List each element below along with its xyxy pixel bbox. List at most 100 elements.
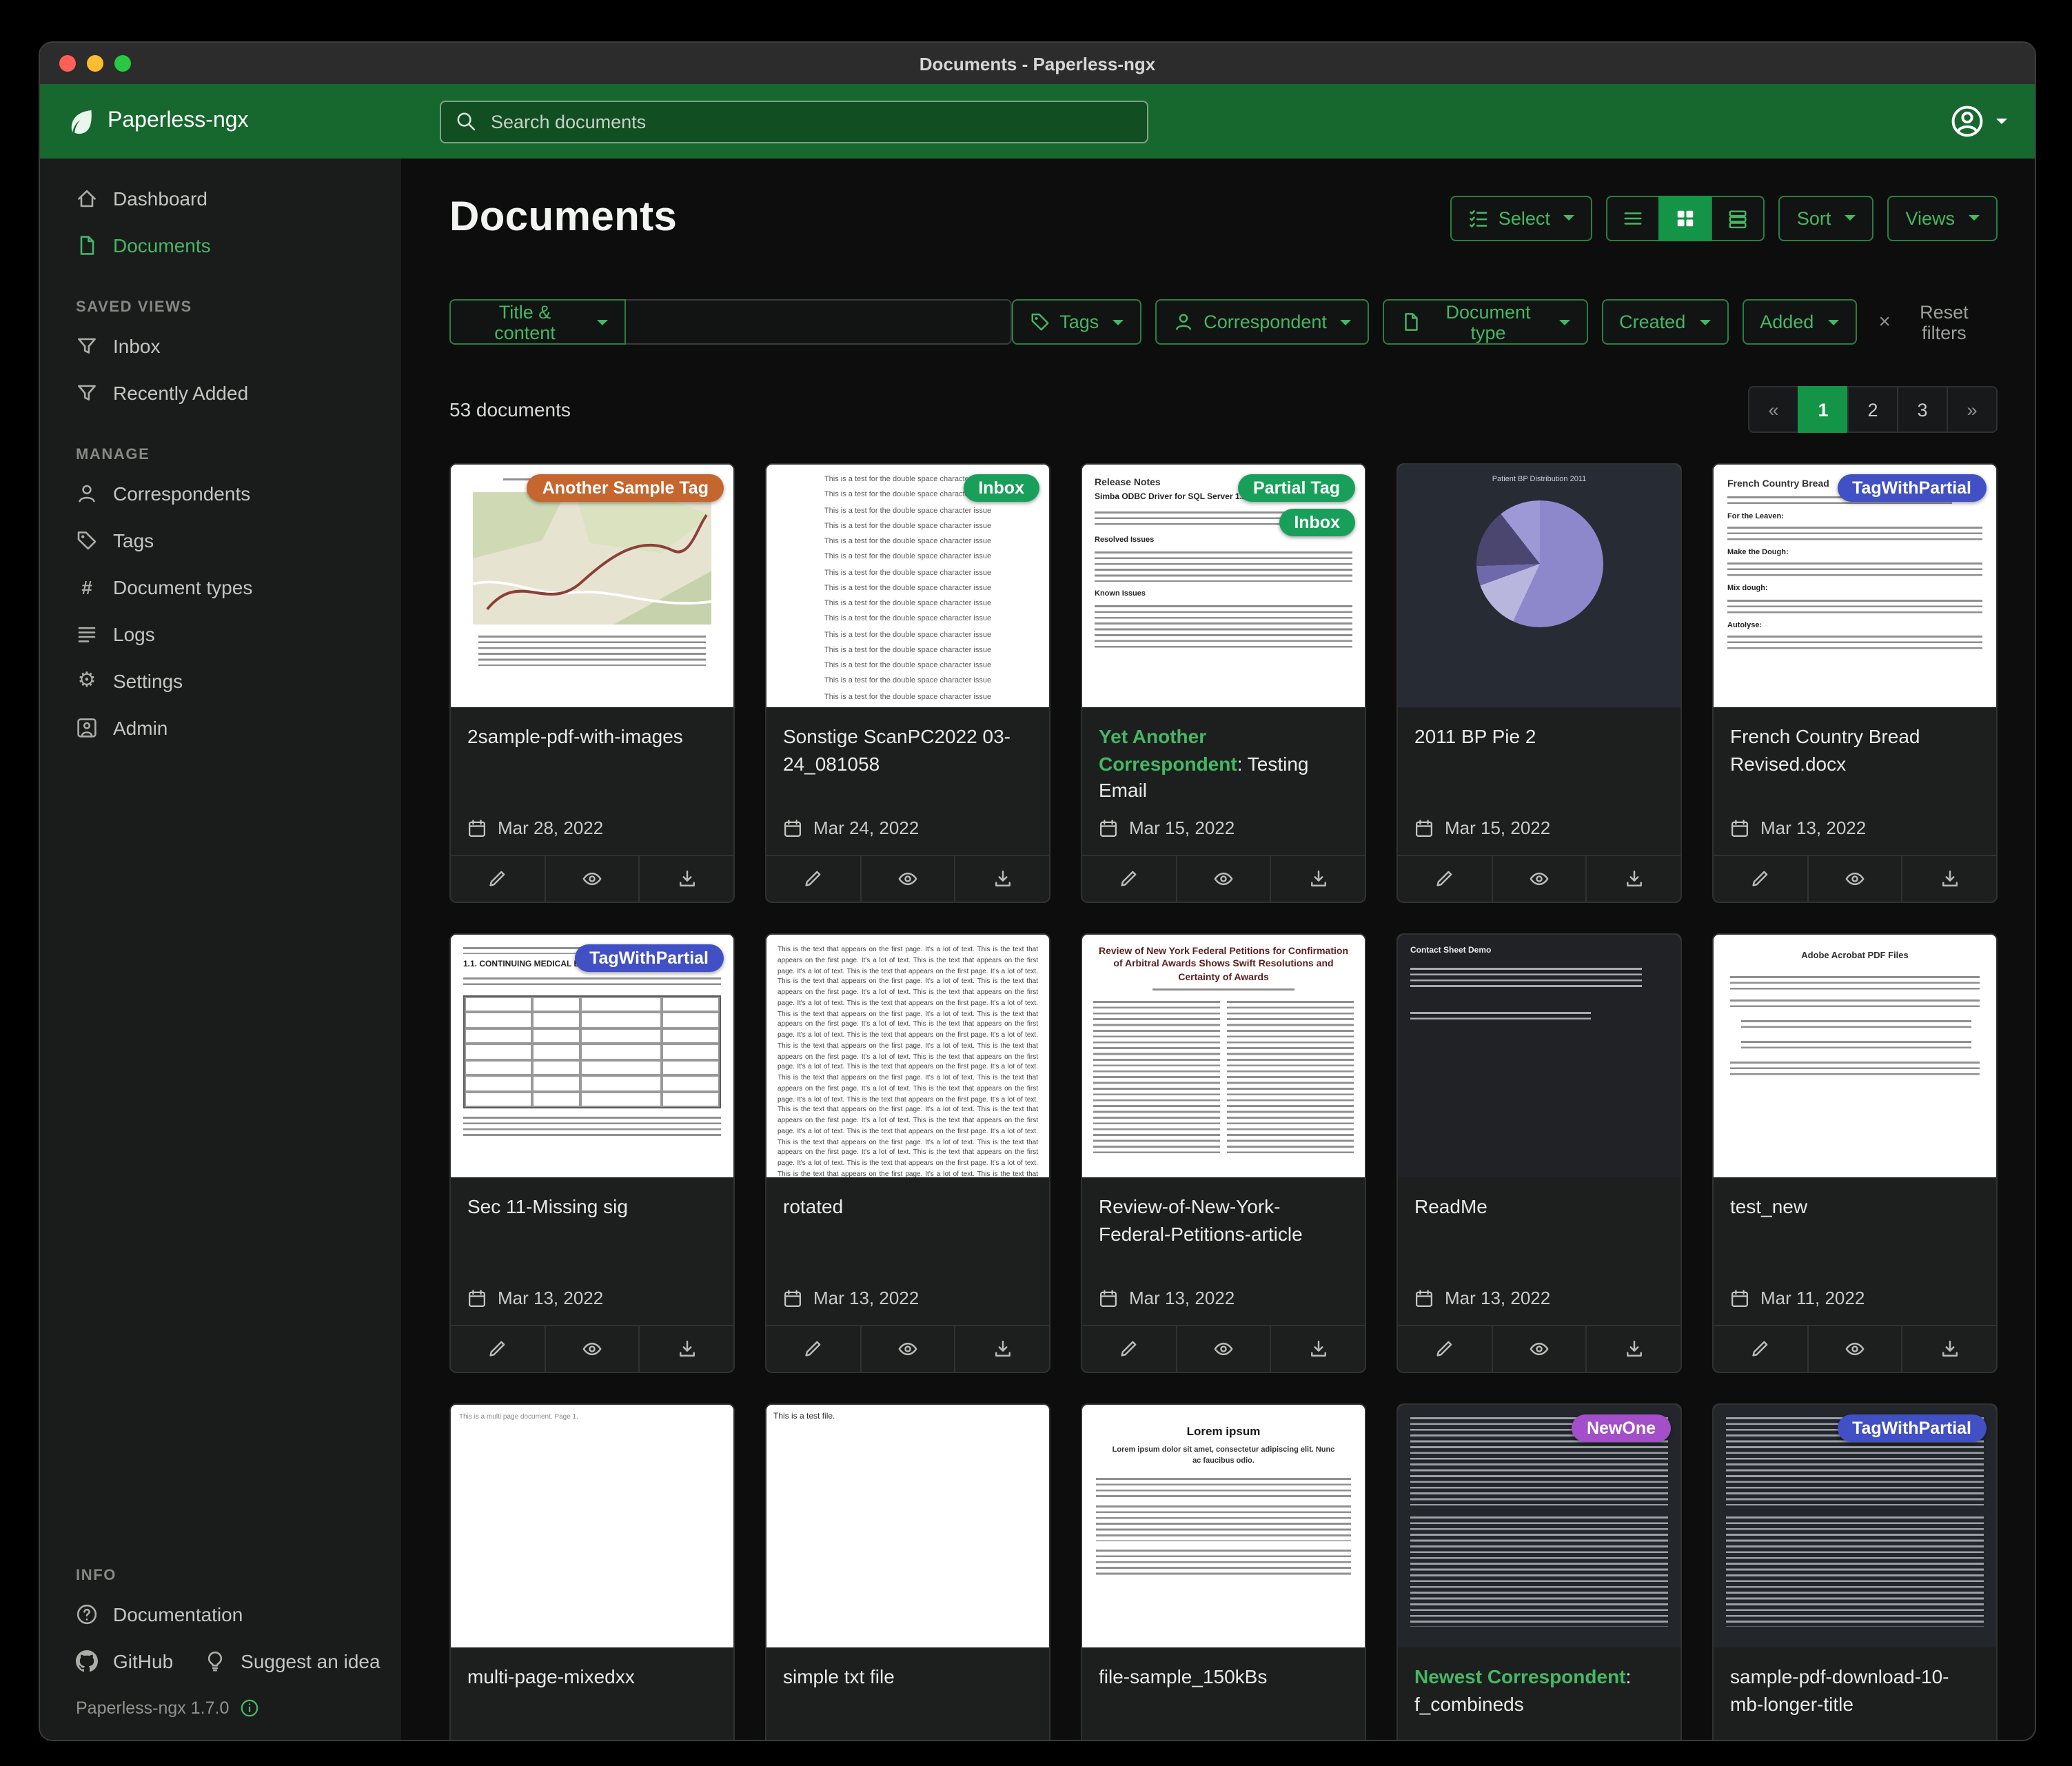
document-card[interactable]: Patient BP Distribution 2011 2011 BP Pie…: [1396, 463, 1682, 903]
document-card[interactable]: NewOne Newest Correspondent: f_combineds: [1396, 1403, 1682, 1740]
pagination-page-2[interactable]: 2: [1847, 386, 1898, 433]
tag-badge[interactable]: Partial Tag: [1238, 474, 1355, 502]
document-card[interactable]: This is a test for the double space char…: [765, 463, 1050, 903]
view-document-button[interactable]: [1807, 1326, 1901, 1372]
sidebar-item-recently-added[interactable]: Recently Added: [40, 369, 401, 416]
tag-badge[interactable]: TagWithPartial: [574, 944, 724, 972]
pagination-prev-button[interactable]: «: [1748, 386, 1799, 433]
view-document-button[interactable]: [1175, 856, 1270, 902]
download-document-button[interactable]: [1586, 856, 1680, 902]
select-button[interactable]: Select: [1450, 195, 1593, 241]
document-thumbnail[interactable]: Lorem ipsumLorem ipsum dolor sit amet, c…: [1082, 1405, 1365, 1647]
document-title[interactable]: 2011 BP Pie 2: [1414, 724, 1664, 751]
download-document-button[interactable]: [1902, 856, 1996, 902]
document-card[interactable]: Another Sample Tag 2sample-pdf-with-imag…: [449, 463, 735, 903]
document-thumbnail[interactable]: Review of New York Federal Petitions for…: [1082, 935, 1365, 1177]
download-document-button[interactable]: [639, 1326, 733, 1372]
document-title[interactable]: test_new: [1730, 1194, 1980, 1221]
correspondent-filter-button[interactable]: Correspondent: [1155, 299, 1370, 345]
view-document-button[interactable]: [1491, 856, 1585, 902]
document-thumbnail[interactable]: TagWithPartial: [1714, 1405, 1996, 1647]
document-title[interactable]: Sec 11-Missing sig: [467, 1194, 717, 1221]
title-content-filter-button[interactable]: Title & content: [449, 299, 625, 345]
document-title[interactable]: rotated: [783, 1194, 1033, 1221]
tag-badge[interactable]: NewOne: [1572, 1414, 1671, 1442]
added-filter-button[interactable]: Added: [1742, 299, 1856, 345]
pagination-page-1[interactable]: 1: [1798, 386, 1849, 433]
document-card[interactable]: French Country BreadFor the Leaven:Make …: [1712, 463, 1998, 903]
document-thumbnail[interactable]: This is a test for the double space char…: [766, 465, 1049, 707]
views-button[interactable]: Views: [1887, 195, 1998, 241]
document-thumbnail[interactable]: Contact Sheet Demo: [1398, 935, 1680, 1177]
view-document-button[interactable]: [1175, 1326, 1270, 1372]
view-document-button[interactable]: [544, 1326, 638, 1372]
sidebar-item-inbox[interactable]: Inbox: [40, 323, 401, 369]
card-correspondent-link[interactable]: Newest Correspondent: [1414, 1665, 1626, 1687]
document-thumbnail[interactable]: French Country BreadFor the Leaven:Make …: [1714, 465, 1996, 707]
sort-button[interactable]: Sort: [1779, 195, 1874, 241]
download-document-button[interactable]: [1270, 1326, 1365, 1372]
document-thumbnail[interactable]: Another Sample Tag: [451, 465, 733, 707]
app-logo[interactable]: Paperless-ngx: [68, 108, 404, 135]
tag-badge[interactable]: Another Sample Tag: [527, 474, 724, 502]
document-title[interactable]: simple txt file: [783, 1664, 1033, 1691]
tag-badge[interactable]: Inbox: [1279, 509, 1355, 536]
tag-badge[interactable]: Inbox: [963, 474, 1039, 502]
edit-document-button[interactable]: [451, 856, 544, 902]
document-title[interactable]: Yet Another Correspondent: Testing Email: [1099, 724, 1348, 805]
edit-document-button[interactable]: [1398, 856, 1491, 902]
edit-document-button[interactable]: [1082, 856, 1175, 902]
sidebar-item-tags[interactable]: Tags: [40, 517, 401, 564]
filter-text-input[interactable]: [625, 299, 1011, 345]
download-document-button[interactable]: [1586, 1326, 1680, 1372]
search-input[interactable]: [488, 110, 1133, 133]
edit-document-button[interactable]: [451, 1326, 544, 1372]
document-thumbnail[interactable]: Patient BP Distribution 2011: [1398, 465, 1680, 707]
document-card[interactable]: This is a test file. simple txt file: [765, 1403, 1050, 1740]
document-card[interactable]: Lorem ipsumLorem ipsum dolor sit amet, c…: [1081, 1403, 1366, 1740]
reset-filters-button[interactable]: × Reset filters: [1870, 300, 1998, 344]
view-document-button[interactable]: [860, 856, 954, 902]
download-document-button[interactable]: [639, 856, 733, 902]
edit-document-button[interactable]: [766, 1326, 860, 1372]
view-cards-button[interactable]: [1712, 195, 1765, 241]
document-card[interactable]: TagWithPartial sample-pdf-download-10-mb…: [1712, 1403, 1998, 1740]
user-menu[interactable]: [1951, 105, 2007, 138]
pagination-page-3[interactable]: 3: [1897, 386, 1948, 433]
document-title[interactable]: Newest Correspondent: f_combineds: [1414, 1664, 1664, 1718]
download-document-button[interactable]: [955, 856, 1049, 902]
tag-badge[interactable]: TagWithPartial: [1837, 474, 1987, 502]
document-thumbnail[interactable]: NewOne: [1398, 1405, 1680, 1647]
document-thumbnail[interactable]: Adobe Acrobat PDF Files: [1714, 935, 1996, 1177]
document-title[interactable]: Sonstige ScanPC2022 03-24_081058: [783, 724, 1033, 778]
document-card[interactable]: This is the text that appears on the fir…: [765, 933, 1050, 1373]
sidebar-item-settings[interactable]: ⚙ Settings: [40, 658, 401, 704]
view-document-button[interactable]: [1807, 856, 1901, 902]
edit-document-button[interactable]: [1398, 1326, 1491, 1372]
sidebar-item-document-types[interactable]: # Document types: [40, 564, 401, 611]
created-filter-button[interactable]: Created: [1601, 299, 1728, 345]
document-title[interactable]: Review-of-New-York-Federal-Petitions-art…: [1099, 1194, 1348, 1248]
sidebar-item-documents[interactable]: Documents: [40, 222, 401, 269]
sidebar-item-suggest-idea[interactable]: Suggest an idea: [203, 1638, 380, 1685]
document-card[interactable]: Adobe Acrobat PDF Files test_new Mar 11,…: [1712, 933, 1998, 1373]
document-title[interactable]: ReadMe: [1414, 1194, 1664, 1221]
view-document-button[interactable]: [544, 856, 638, 902]
view-details-button[interactable]: [1607, 195, 1660, 241]
document-card[interactable]: Release NotesSimba ODBC Driver for SQL S…: [1081, 463, 1366, 903]
sidebar-item-documentation[interactable]: Documentation: [40, 1591, 401, 1638]
document-card[interactable]: Review of New York Federal Petitions for…: [1081, 933, 1366, 1373]
tag-badge[interactable]: TagWithPartial: [1837, 1414, 1987, 1442]
document-card[interactable]: Contact Sheet Demo ReadMe Mar 13, 2022: [1396, 933, 1682, 1373]
document-title[interactable]: multi-page-mixedxx: [467, 1664, 717, 1691]
download-document-button[interactable]: [1270, 856, 1365, 902]
sidebar-item-logs[interactable]: Logs: [40, 611, 401, 658]
sidebar-item-admin[interactable]: Admin: [40, 704, 401, 751]
window-titlebar[interactable]: Documents - Paperless-ngx: [40, 43, 2035, 84]
document-thumbnail[interactable]: 1.1. CONTINUING MEDICAL EDUCA TagWithPar…: [451, 935, 733, 1177]
document-thumbnail[interactable]: This is the text that appears on the fir…: [766, 935, 1049, 1177]
global-search[interactable]: [440, 100, 1148, 143]
document-title[interactable]: French Country Bread Revised.docx: [1730, 724, 1980, 778]
edit-document-button[interactable]: [766, 856, 860, 902]
document-title[interactable]: file-sample_150kBs: [1099, 1664, 1348, 1691]
